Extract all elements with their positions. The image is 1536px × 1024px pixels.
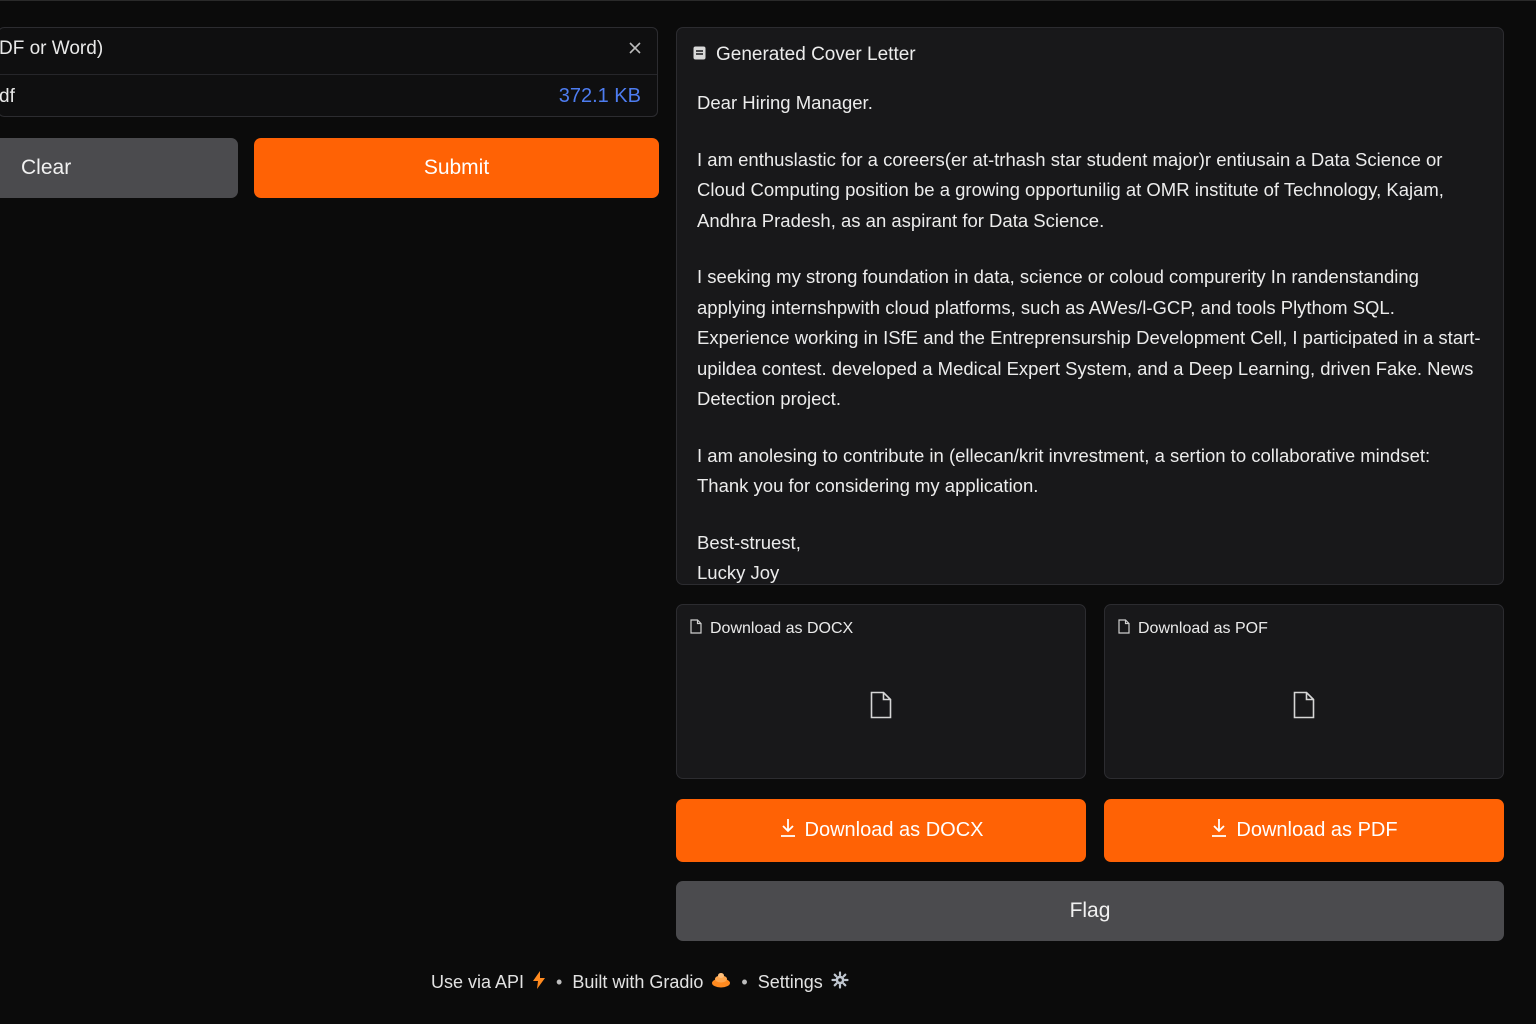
- cover-letter-panel: Generated Cover Letter Dear Hiring Manag…: [676, 27, 1504, 585]
- footer-separator: •: [556, 972, 563, 992]
- pdf-file-label: Download as POF: [1138, 620, 1268, 637]
- file-icon: [690, 619, 702, 639]
- letter-closing: Best-struest,: [697, 531, 801, 553]
- download-docx-button[interactable]: Download as DOCX: [676, 799, 1086, 862]
- letter-signoff: Best-struest, Lucky Joy: [697, 528, 1487, 589]
- built-with-gradio-label: Built with Gradio: [572, 972, 704, 992]
- gradio-logo-icon: [711, 972, 731, 993]
- cover-letter-header: Generated Cover Letter: [693, 44, 916, 66]
- top-border: [0, 0, 1536, 1]
- download-pdf-label: Download as PDF: [1236, 819, 1398, 841]
- letter-greeting: Dear Hiring Manager.: [697, 92, 873, 113]
- cover-letter-text[interactable]: Dear Hiring Manager. I am enthuslastic f…: [697, 88, 1487, 615]
- download-icon: [779, 818, 797, 844]
- letter-paragraph-2: I seeking my strong foundation in data, …: [697, 266, 1481, 409]
- docx-file-header: Download as DOCX: [690, 619, 853, 639]
- docx-file-output[interactable]: Download as DOCX: [676, 604, 1086, 779]
- clear-button[interactable]: Clear: [0, 138, 238, 198]
- letter-paragraph-3-line-2: Thank you for considering my application…: [697, 475, 1039, 496]
- download-docx-label: Download as DOCX: [804, 819, 984, 841]
- settings-link[interactable]: Settings: [758, 971, 849, 994]
- footer-separator: •: [741, 972, 748, 992]
- empty-file-icon: [870, 691, 892, 724]
- letter-paragraph-3: I am anolesing to contribute in (ellecan…: [697, 441, 1487, 502]
- use-via-api-link[interactable]: Use via API: [431, 971, 546, 994]
- lightning-icon: [532, 971, 546, 994]
- upload-divider: [0, 74, 657, 75]
- pdf-file-header: Download as POF: [1118, 619, 1268, 639]
- close-icon[interactable]: [627, 40, 643, 56]
- letter-paragraph-1: I am enthuslastic for a coreers(er at-tr…: [697, 148, 1444, 231]
- file-upload-panel[interactable]: DF or Word) df 372.1 KB: [0, 27, 658, 117]
- letter-paragraph-3-line-1: I am anolesing to contribute in (ellecan…: [697, 444, 1431, 466]
- footer: Use via API • Built with Gradio • Settin…: [431, 971, 849, 994]
- flag-button[interactable]: Flag: [676, 881, 1504, 941]
- download-icon: [1210, 818, 1228, 844]
- document-icon: [693, 44, 706, 66]
- pdf-file-output[interactable]: Download as POF: [1104, 604, 1504, 779]
- letter-signature: Lucky Joy: [697, 562, 780, 583]
- upload-label: DF or Word): [0, 38, 104, 59]
- gear-icon: [831, 971, 849, 994]
- docx-file-label: Download as DOCX: [710, 620, 854, 637]
- use-via-api-label: Use via API: [431, 972, 525, 992]
- empty-file-icon: [1293, 691, 1315, 724]
- settings-label: Settings: [757, 972, 823, 992]
- file-icon: [1118, 619, 1130, 639]
- uploaded-file-name: df: [0, 86, 15, 107]
- submit-button[interactable]: Submit: [254, 138, 659, 198]
- download-pdf-button[interactable]: Download as PDF: [1104, 799, 1504, 862]
- cover-letter-title: Generated Cover Letter: [716, 44, 916, 65]
- uploaded-file-size-link[interactable]: 372.1 KB: [559, 85, 641, 108]
- built-with-gradio-link[interactable]: Built with Gradio: [572, 972, 731, 993]
